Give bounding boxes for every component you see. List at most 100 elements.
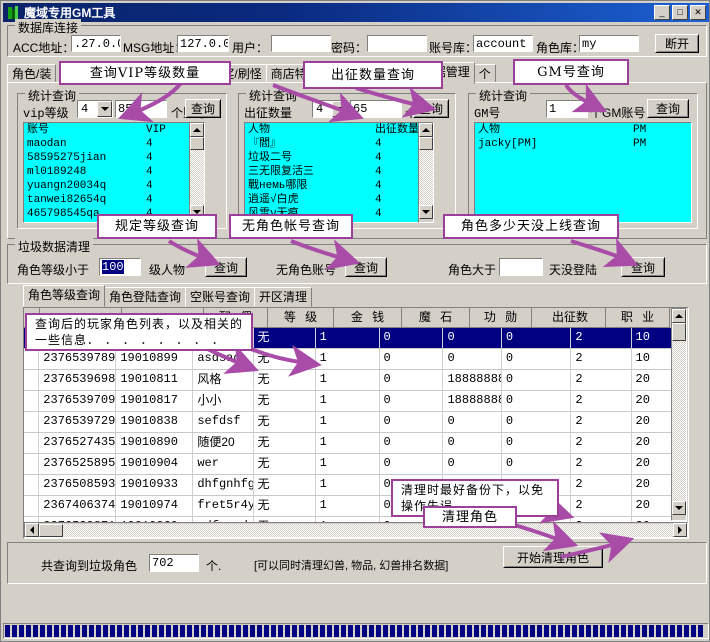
cell-level: 1 <box>316 412 380 432</box>
table-row[interactable]: 2376539729 19010838 sefdsf 无 1 0 0 0 2 2… <box>24 412 688 433</box>
cell-name: 随便20 <box>193 433 253 453</box>
march-row-name: 『閻』 <box>248 137 375 151</box>
scroll-thumb[interactable] <box>419 137 433 150</box>
grid-hscrollbar[interactable] <box>24 522 688 538</box>
scroll-left-icon[interactable] <box>25 523 39 537</box>
scroll-track[interactable] <box>419 150 433 205</box>
march-count-input[interactable]: 65 <box>350 100 402 118</box>
grid-col-money: 金 钱 <box>334 308 402 328</box>
no-role-query-button[interactable]: 查询 <box>345 257 387 277</box>
scroll-track[interactable] <box>63 524 673 537</box>
scroll-thumb[interactable] <box>672 323 686 341</box>
maximize-button[interactable]: □ <box>672 5 688 20</box>
table-row[interactable]: 2367406374 19010974 fret5r4yer 无 1 0 0 0… <box>24 496 688 517</box>
days-unit-label: 天没登陆 <box>549 261 597 278</box>
password-input[interactable] <box>367 35 427 52</box>
scroll-track[interactable] <box>672 341 686 501</box>
march-combo[interactable]: 4 <box>312 100 348 118</box>
cell-money: 0 <box>380 454 444 474</box>
gm-count-input[interactable]: 1 <box>546 100 588 118</box>
list-item[interactable]: ml01892484 <box>24 165 204 179</box>
scroll-right-icon[interactable] <box>673 523 687 537</box>
scroll-up-icon[interactable] <box>672 309 686 323</box>
total-unit-label: 个. <box>206 557 221 574</box>
gm-tool-window: 魔域专用GM工具 _ □ ✕ 数据库连接 ACC地址： .27.0.0.1 MS… <box>0 0 710 642</box>
list-item[interactable]: tanwei82654q4 <box>24 193 204 207</box>
tab-role-login-query[interactable]: 角色登陆查询 <box>104 287 186 307</box>
main-tab-6[interactable]: 个 <box>474 64 496 84</box>
vip-level-combo[interactable]: 4 <box>77 100 113 118</box>
list-item[interactable]: 垃圾二号4 <box>245 151 433 165</box>
annotation-gm-query: GM号查询 <box>513 59 629 85</box>
window-controls: _ □ ✕ <box>654 5 706 20</box>
tab-open-server-cleanup[interactable]: 开区清理 <box>254 287 312 307</box>
table-row[interactable]: 2376527435 19010890 随便20 无 1 0 0 0 2 20 <box>24 433 688 454</box>
cell-name: asdsad <box>193 349 253 369</box>
cell-merit: 0 <box>502 349 572 369</box>
start-cleanup-button[interactable]: 开始清理角色 <box>503 546 603 568</box>
gm-account-list[interactable]: 人物 PM jacky[PM]PM <box>474 122 692 223</box>
cell-account: 19010974 <box>116 496 193 516</box>
list-item[interactable]: jacky[PM]PM <box>475 137 691 151</box>
list-item[interactable]: maodan4 <box>24 137 204 151</box>
disconnect-button[interactable]: 断开 <box>655 34 699 53</box>
cell-name: sefdsf <box>193 412 253 432</box>
acc-address-input[interactable]: .27.0.0.1 <box>71 35 121 52</box>
cell-account: 19010811 <box>116 370 193 390</box>
days-query-button[interactable]: 查询 <box>621 257 665 277</box>
tab-empty-account-query[interactable]: 空账号查询 <box>185 287 255 307</box>
march-query-button[interactable]: 查询 <box>413 99 449 118</box>
scroll-up-icon[interactable] <box>419 123 433 137</box>
msg-address-input[interactable]: 127.0.0.1 <box>177 35 229 52</box>
scroll-down-icon[interactable] <box>419 205 433 219</box>
list-item[interactable]: 三无限复活三4 <box>245 165 433 179</box>
list-item[interactable]: 58595275jian4 <box>24 151 204 165</box>
list-item[interactable]: 戰немь哪限4 <box>245 179 433 193</box>
table-row[interactable]: 2376508593 19010933 dhfgnhfg 无 1 0 0 0 2… <box>24 475 688 496</box>
table-row[interactable]: 2376525895 19010904 wer 无 1 0 0 0 2 20 <box>24 454 688 475</box>
vip-count-input[interactable]: 85 <box>115 100 167 118</box>
list-item[interactable]: 『閻』4 <box>245 137 433 151</box>
scroll-up-icon[interactable] <box>190 123 204 137</box>
table-row[interactable]: 2376539709 19010817 小小 无 1 0 188888888 0… <box>24 391 688 412</box>
close-icon[interactable]: ✕ <box>690 5 706 20</box>
scroll-thumb[interactable] <box>39 524 63 537</box>
march-character-list[interactable]: 人物 出征数量 『閻』4 垃圾二号4 三无限复活三4 戰немь哪限4 逍遥√白… <box>244 122 434 223</box>
scroll-down-icon[interactable] <box>672 501 686 515</box>
scroll-thumb[interactable] <box>190 137 204 150</box>
account-db-input[interactable]: account <box>473 35 533 52</box>
chevron-down-icon[interactable] <box>332 101 347 117</box>
cell-level: 1 <box>316 328 380 348</box>
level-input[interactable]: 100 <box>99 258 141 276</box>
user-input[interactable] <box>271 35 331 52</box>
tab-role-level-query[interactable]: 角色等级查询 <box>23 285 105 307</box>
vip-col-account: 账号 <box>27 123 146 137</box>
cell-id: 2376508593 <box>39 475 116 495</box>
gm-query-button[interactable]: 查询 <box>647 99 689 118</box>
table-row[interactable]: 2376539789 19010899 asdsad 无 1 0 0 0 2 1… <box>24 349 688 370</box>
cell-level: 1 <box>316 475 380 495</box>
main-tab-0[interactable]: 角色/装 <box>7 64 56 84</box>
cell-march: 2 <box>571 475 631 495</box>
minimize-button[interactable]: _ <box>654 5 670 20</box>
vip-account-list[interactable]: 账号 VIP maodan4 58595275jian4 ml01892484 … <box>23 122 205 223</box>
days-input[interactable] <box>499 258 543 276</box>
cell-money: 0 <box>380 328 444 348</box>
vip-query-button[interactable]: 查询 <box>185 99 221 118</box>
list-item[interactable]: yuangn20034q4 <box>24 179 204 193</box>
table-row[interactable]: 2376539698 19010811 风格 无 1 0 188888888 0… <box>24 370 688 391</box>
annotation-role-list-info: 查询后的玩家角色列表，以及相关的一些信息． ． ． ． ． ． ． ． <box>25 313 253 351</box>
scroll-track[interactable] <box>190 150 204 205</box>
level-query-button[interactable]: 查询 <box>205 257 247 277</box>
march-col-character: 人物 <box>248 123 375 137</box>
role-db-input[interactable]: my <box>579 35 639 52</box>
cell-merit: 0 <box>502 328 572 348</box>
total-garbage-label: 共查询到垃圾角色 <box>41 557 137 574</box>
vip-list-scrollbar[interactable] <box>189 122 205 223</box>
total-garbage-value[interactable]: 702 <box>149 554 199 572</box>
march-list-scrollbar[interactable] <box>418 122 434 223</box>
grid-vscrollbar[interactable] <box>671 308 687 521</box>
chevron-down-icon[interactable] <box>97 101 112 117</box>
list-item[interactable]: 逍遥√白虎4 <box>245 193 433 207</box>
cell-money: 0 <box>380 349 444 369</box>
